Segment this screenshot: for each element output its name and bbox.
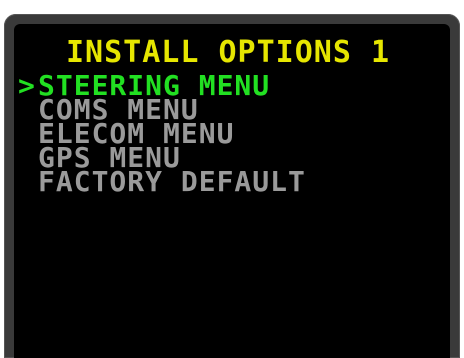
menu-item-factory-default[interactable]: FACTORY DEFAULT	[18, 168, 306, 196]
screen-title: INSTALL OPTIONS 1	[66, 35, 391, 70]
install-options-menu: >STEERING MENU COMS MENU ELECOM MENU GPS…	[18, 69, 306, 196]
display-bezel: INSTALL OPTIONS 1 >STEERING MENU COMS ME…	[4, 14, 460, 358]
menu-item-label: FACTORY DEFAULT	[38, 165, 306, 198]
selection-cursor: >	[18, 69, 36, 102]
display-screen: INSTALL OPTIONS 1 >STEERING MENU COMS ME…	[14, 24, 450, 358]
